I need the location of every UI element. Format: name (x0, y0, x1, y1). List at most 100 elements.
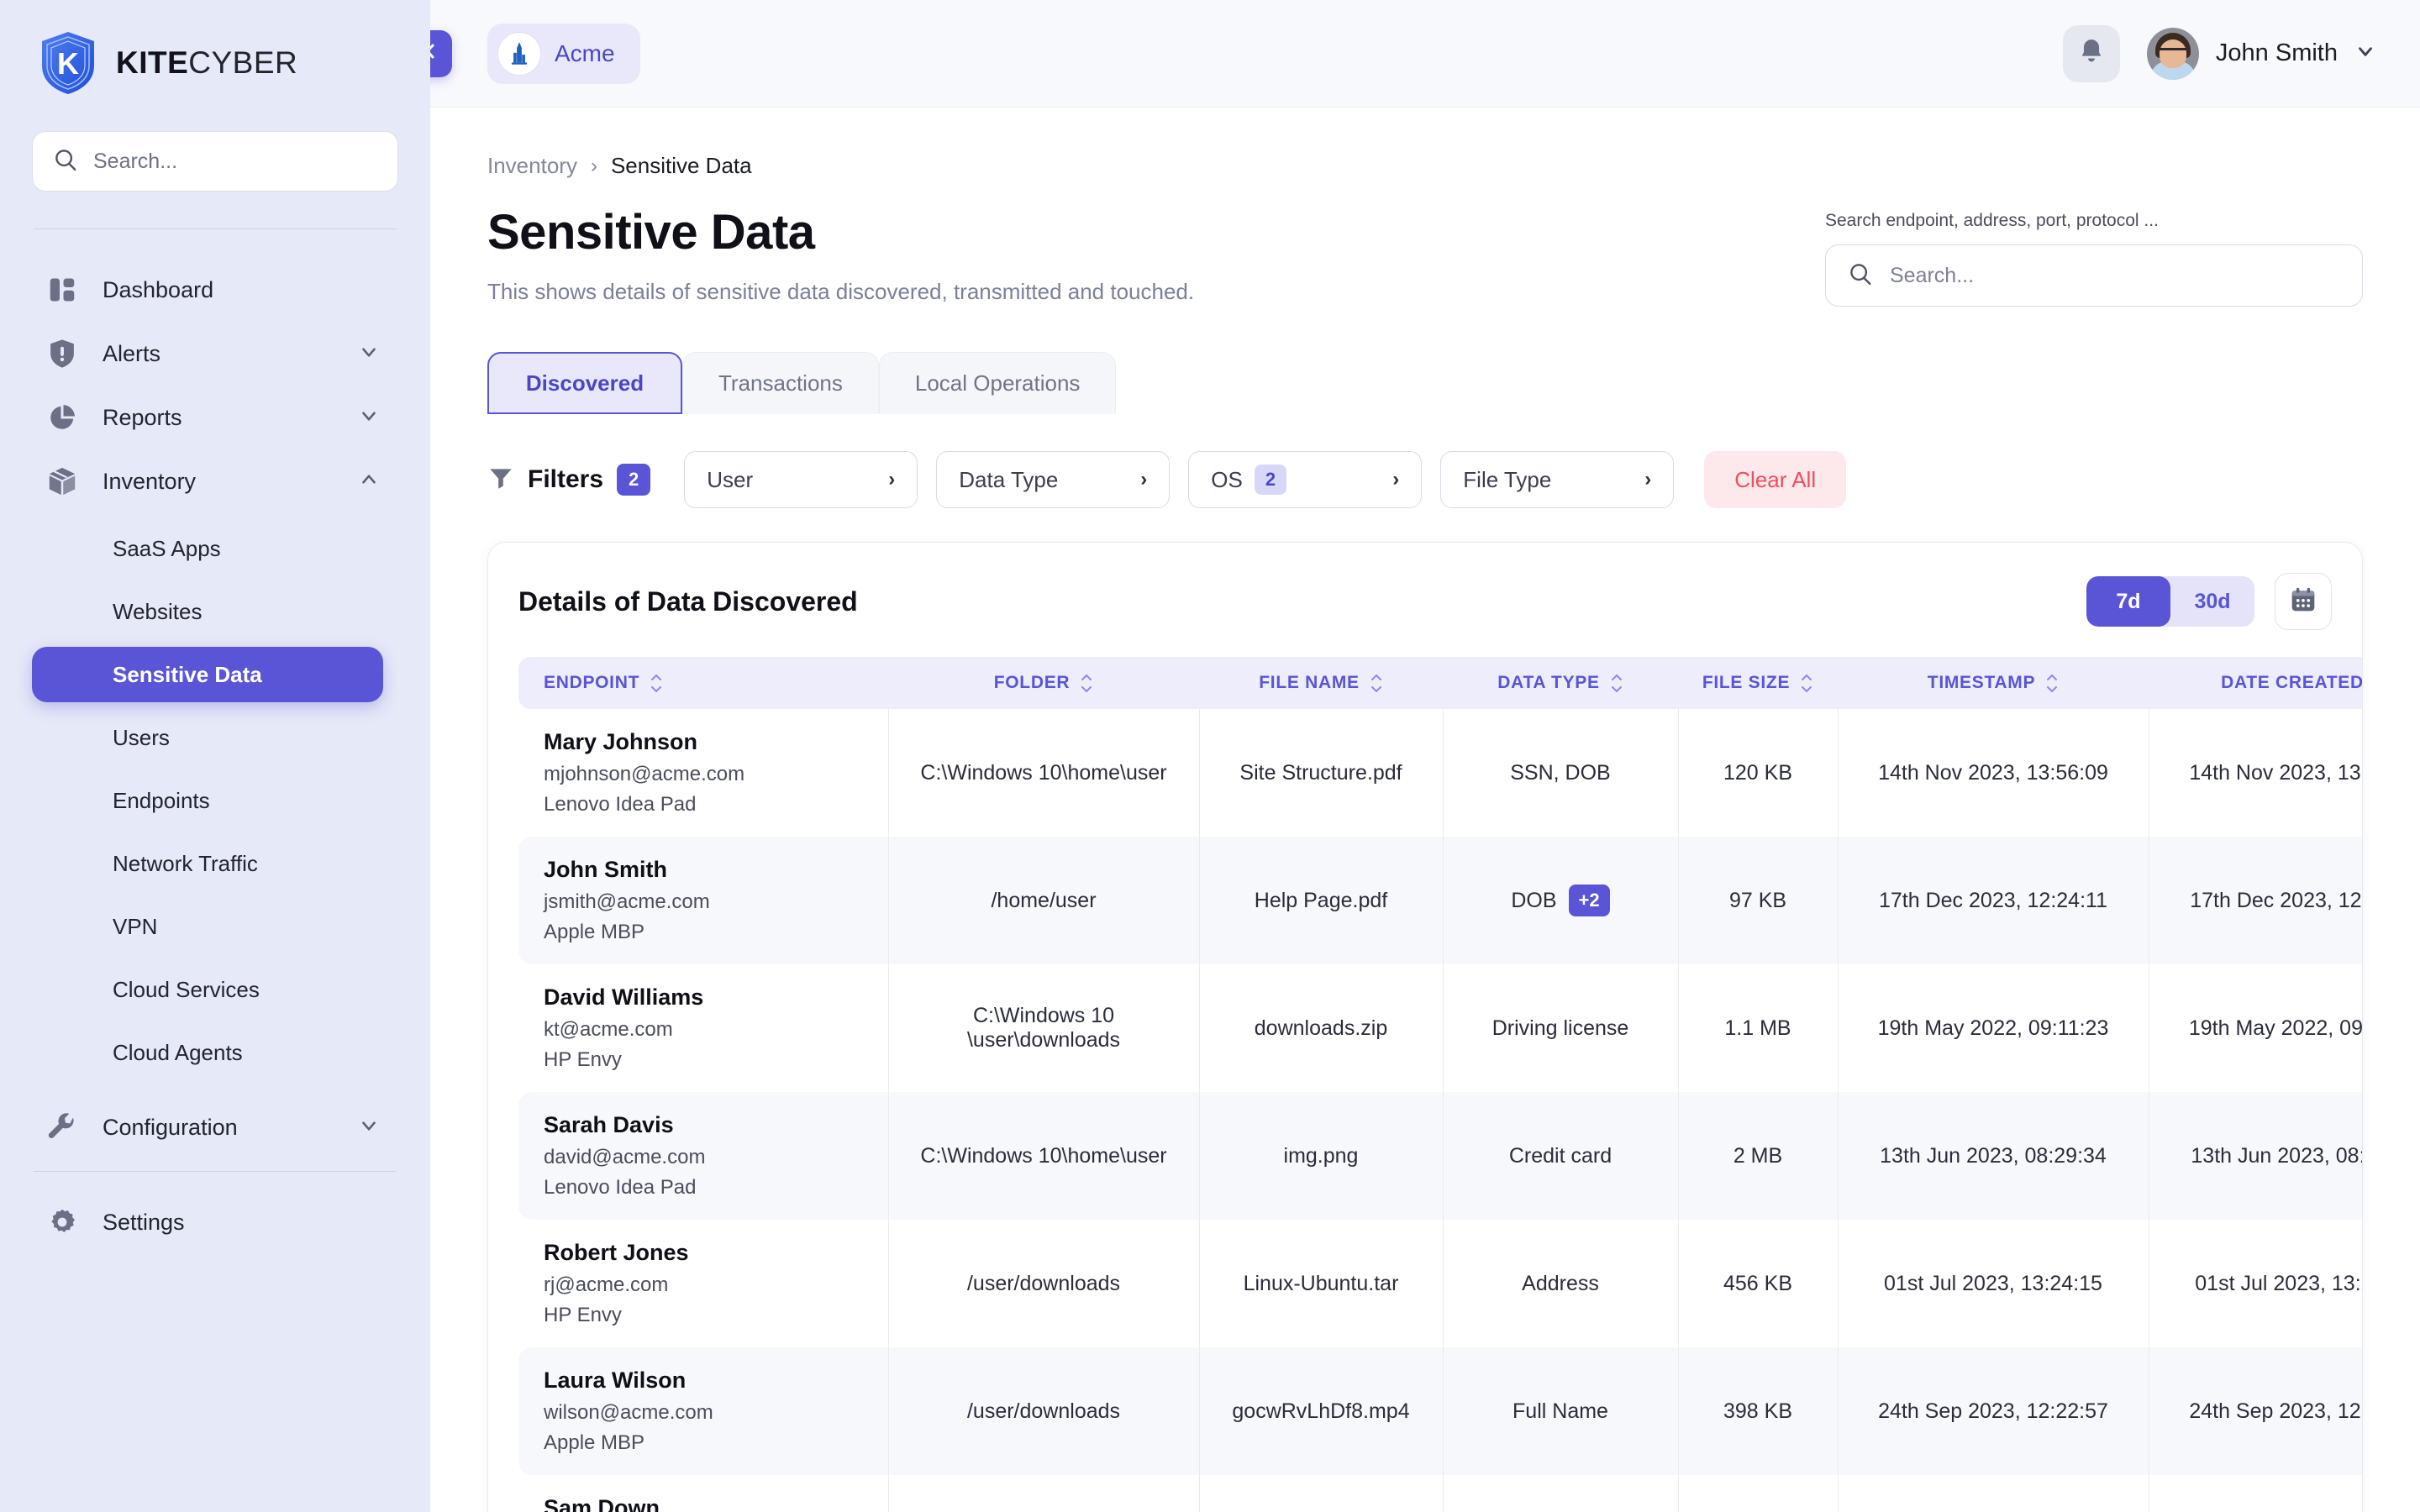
endpoint-email: wilson@acme.com (544, 1401, 713, 1424)
sidebar-item-dashboard[interactable]: Dashboard (32, 258, 398, 322)
table-row[interactable]: Sarah Davis david@acme.com Lenovo Idea P… (518, 1092, 2362, 1220)
cell-file-name: Site Structure.pdf (1198, 709, 1443, 837)
endpoint-device: HP Envy (544, 1304, 622, 1326)
table-row[interactable]: Robert Jones rj@acme.com HP Envy /user/d… (518, 1220, 2362, 1347)
sidebar-item-endpoints[interactable]: Endpoints (32, 773, 398, 828)
clear-all-button[interactable]: Clear All (1704, 451, 1847, 508)
sidebar-item-configuration[interactable]: Configuration (32, 1095, 398, 1159)
org-selector[interactable]: Acme (487, 23, 640, 84)
sidebar-item-alerts[interactable]: Alerts (32, 322, 398, 386)
column-endpoint[interactable]: ENDPOINT (518, 657, 888, 709)
sidebar-item-settings[interactable]: Settings (32, 1190, 398, 1254)
chevron-down-icon (358, 341, 380, 367)
filter-label: OS (1211, 466, 1243, 492)
sidebar-item-cloud-services[interactable]: Cloud Services (32, 962, 398, 1017)
filter-data-type[interactable]: Data Type › (936, 451, 1171, 508)
sidebar-item-vpn[interactable]: VPN (32, 899, 398, 954)
cell-data-type: SSN+2 (1442, 1475, 1678, 1512)
column-timestamp[interactable]: TIMESTAMP (1838, 657, 2149, 709)
sort-icon[interactable] (1610, 673, 1623, 694)
cell-folder: C:\Windows 10\home\user (887, 709, 1199, 837)
sort-icon[interactable] (650, 673, 663, 694)
sidebar-search-input[interactable]: Search... (32, 131, 398, 192)
column-data-type[interactable]: DATA TYPE (1443, 657, 1678, 709)
filter-label: User (707, 466, 754, 492)
sidebar-divider-bottom (34, 1171, 397, 1172)
sidebar-item-network-traffic[interactable]: Network Traffic (32, 836, 398, 891)
endpoint-name: Mary Johnson (544, 729, 698, 754)
table-head: ENDPOINT FOLDER FILE NAME DATA TYPE FILE… (518, 657, 2362, 709)
cell-endpoint: Sam Down sd@acme.com Lenovo Idea Pad (518, 1475, 888, 1512)
table-row[interactable]: Laura Wilson wilson@acme.com Apple MBP /… (518, 1347, 2362, 1475)
tab-label: Discovered (525, 370, 644, 396)
sidebar-item-reports[interactable]: Reports (32, 386, 398, 449)
data-type-label: Driving license (1491, 1016, 1629, 1040)
tab-local-operations[interactable]: Local Operations (878, 352, 1117, 414)
range-30d-button[interactable]: 30d (2170, 576, 2254, 627)
cell-folder: C:\Windows 10 \user\downloads (887, 964, 1199, 1092)
page-header: Sensitive Data This shows details of sen… (487, 204, 2363, 307)
table-row[interactable]: Mary Johnson mjohnson@acme.com Lenovo Id… (518, 709, 2362, 837)
column-folder[interactable]: FOLDER (888, 657, 1199, 709)
box-icon (44, 463, 81, 500)
cell-data-type: Full Name (1442, 1347, 1678, 1475)
sidebar-item-saas-apps[interactable]: SaaS Apps (32, 521, 398, 576)
sidebar-item-users[interactable]: Users (32, 710, 398, 765)
table-row[interactable]: David Williams kt@acme.com HP Envy C:\Wi… (518, 964, 2362, 1092)
notifications-button[interactable] (2062, 24, 2120, 82)
sidebar-item-label: Settings (103, 1209, 185, 1235)
table-row[interactable]: Sam Down sd@acme.com Lenovo Idea Pad C:\… (518, 1475, 2362, 1512)
table-row[interactable]: John Smith jsmith@acme.com Apple MBP /ho… (518, 837, 2362, 964)
cell-file-name: Help Page.pdf (1198, 837, 1443, 964)
breadcrumb-parent[interactable]: Inventory (487, 153, 577, 179)
column-file-name[interactable]: FILE NAME (1199, 657, 1443, 709)
svg-text:K: K (57, 46, 79, 81)
bell-icon (2077, 37, 2106, 70)
sidebar-collapse-button[interactable] (430, 30, 452, 77)
calendar-button[interactable] (2275, 573, 2332, 630)
column-file-size[interactable]: FILE SIZE (1678, 657, 1838, 709)
tab-discovered[interactable]: Discovered (487, 352, 682, 414)
endpoint-name: Sam Down (544, 1495, 660, 1512)
sort-icon[interactable] (1080, 673, 1093, 694)
filter-os[interactable]: OS 2 › (1188, 451, 1423, 508)
cell-timestamp: 15th Oct 2023, 22:00:01 (1837, 1475, 2149, 1512)
filters-count-badge: 2 (617, 464, 651, 496)
topbar: Acme John Smith (430, 0, 2420, 108)
brand[interactable]: K KITECYBER (32, 0, 398, 126)
endpoint-name: Sarah Davis (544, 1112, 674, 1137)
search-hint: Search endpoint, address, port, protocol… (1825, 211, 2159, 230)
chevron-down-icon (358, 405, 380, 431)
sort-icon[interactable] (1800, 673, 1813, 694)
endpoint-email: rj@acme.com (544, 1273, 669, 1296)
sidebar-item-label: Inventory (103, 468, 197, 494)
filters-label: Filters (528, 465, 604, 493)
column-label: DATA TYPE (1497, 673, 1600, 692)
sort-icon[interactable] (2045, 673, 2059, 694)
search-icon (1848, 261, 1873, 291)
data-type-more-badge[interactable]: +2 (1568, 885, 1610, 916)
data-card: Details of Data Discovered 7d 30d ENDPOI… (487, 542, 2363, 1512)
sidebar-sub-label: Websites (113, 598, 203, 624)
table-header-row: ENDPOINT FOLDER FILE NAME DATA TYPE FILE… (518, 657, 2362, 709)
sort-icon[interactable] (1370, 673, 1383, 694)
column-label: TIMESTAMP (1927, 673, 2036, 692)
sidebar-item-websites[interactable]: Websites (32, 584, 398, 639)
user-menu[interactable]: John Smith (2146, 27, 2376, 80)
column-date-created[interactable]: DATE CREATED (2149, 657, 2362, 709)
sidebar-sub-label: SaaS Apps (113, 535, 221, 561)
range-7d-button[interactable]: 7d (2086, 576, 2170, 627)
sidebar-item-inventory[interactable]: Inventory (32, 449, 398, 513)
tab-transactions[interactable]: Transactions (682, 352, 879, 414)
filter-file-type[interactable]: File Type › (1440, 451, 1675, 508)
sidebar-sub-label: Users (113, 724, 170, 750)
pie-chart-icon (44, 399, 81, 436)
endpoint-device: HP Envy (544, 1048, 622, 1071)
sidebar-item-cloud-agents[interactable]: Cloud Agents (32, 1025, 398, 1080)
sidebar-item-sensitive-data[interactable]: Sensitive Data (32, 647, 383, 702)
sidebar-sub-label: Cloud Agents (113, 1039, 243, 1065)
search-input[interactable]: Search... (1825, 244, 2363, 307)
filter-user[interactable]: User › (684, 451, 918, 508)
endpoint-email: jsmith@acme.com (544, 890, 710, 913)
endpoint-email: david@acme.com (544, 1146, 706, 1168)
